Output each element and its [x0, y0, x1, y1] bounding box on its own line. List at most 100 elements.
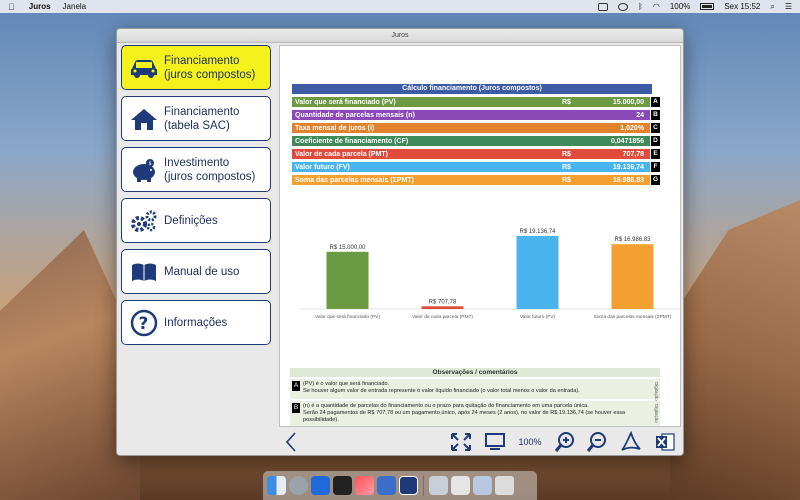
sidebar-item-informacoes[interactable]: ? Informações — [121, 300, 271, 345]
sidebar-label-line1: Informações — [164, 316, 228, 329]
finder-icon[interactable] — [267, 476, 286, 495]
row-letter: B — [651, 110, 660, 120]
table-row: Quantidade de parcelas mensais (n) 24 B — [292, 110, 660, 120]
bluetooth-icon[interactable]: ᛒ — [638, 2, 643, 11]
report-view[interactable]: Cálculo financiamento (Juros compostos) … — [279, 45, 681, 427]
piggy-bank-icon: $ — [128, 156, 160, 184]
chart-bar — [421, 306, 464, 309]
sidebar-item-financiamento-sac[interactable]: Financiamento (tabela SAC) — [121, 96, 271, 141]
observation-side-label: Digitação — [654, 404, 659, 423]
downloads-icon[interactable] — [473, 476, 492, 495]
chart-data-label: R$ 19.136,74 — [519, 229, 556, 235]
svg-text:$: $ — [149, 161, 152, 167]
back-button[interactable] — [279, 431, 303, 453]
spotlight-icon[interactable]: ⌕ — [770, 2, 774, 12]
row-label: Valor de cada parcela (PMT) — [295, 150, 388, 158]
xcode-icon[interactable] — [377, 476, 396, 495]
observation-letter: B — [292, 403, 300, 413]
table-row: Valor que será financiado (PV) R$ 15.000,0… — [292, 97, 660, 107]
car-icon — [128, 54, 160, 82]
sidebar-item-definicoes[interactable]: Definições — [121, 198, 271, 243]
documents-icon[interactable] — [451, 476, 470, 495]
zoom-level: 100% — [518, 437, 542, 447]
table-row-bar: Soma das parcelas mensais (ΣPMT) R$ 16.986… — [292, 175, 651, 185]
export-excel-button[interactable] — [653, 431, 677, 453]
row-currency: R$ — [562, 150, 571, 158]
calc-table: Cálculo financiamento (Juros compostos) … — [292, 84, 660, 185]
dock — [263, 471, 537, 500]
chart-data-label: R$ 16.986,83 — [614, 237, 651, 243]
zoom-out-icon — [586, 432, 606, 452]
bottom-toolbar: 100% — [279, 427, 681, 455]
observation-line: (n) é a quantidade de parcelas do financ… — [303, 403, 589, 409]
row-label: Valor futuro (FV) — [295, 163, 350, 171]
notification-center-icon[interactable]: ☰ — [785, 2, 792, 11]
chart-data-label: R$ 15.000,00 — [329, 245, 366, 251]
battery-percent: 100% — [669, 2, 691, 11]
monitor-icon — [485, 433, 505, 450]
dock-separator — [423, 475, 424, 496]
observation-side-label: Digitação — [654, 382, 659, 401]
export-pdf-button[interactable] — [619, 431, 643, 453]
zoom-in-button[interactable] — [553, 431, 577, 453]
row-currency: R$ — [562, 98, 571, 106]
wifi-icon[interactable]: ◠ — [653, 2, 660, 11]
row-currency: R$ — [562, 176, 571, 184]
present-button[interactable] — [483, 431, 507, 453]
row-currency: R$ — [562, 163, 571, 171]
chart-category-label: Valor que será financiado (PV) — [315, 314, 380, 320]
sidebar-item-financiamento-juros[interactable]: Financiamento (juros compostos) — [121, 45, 271, 90]
observations: Observações / comentários A (PV) é o valo… — [290, 368, 660, 426]
row-value: 707,78 — [622, 150, 645, 158]
row-letter: D — [651, 136, 660, 146]
sidebar-label-line1: Investimento — [164, 156, 230, 169]
sidebar-label-line2: (juros compostos) — [164, 68, 256, 81]
row-letter: F — [651, 162, 660, 172]
row-value: 15.000,00 — [612, 98, 645, 106]
sidebar-label-line1: Financiamento — [164, 54, 240, 67]
fit-screen-button[interactable] — [449, 431, 473, 453]
trash-icon[interactable] — [495, 476, 514, 495]
gears-icon — [128, 207, 160, 235]
sidebar-item-investimento[interactable]: $ Investimento (juros compostos) — [121, 147, 271, 192]
menu-clock[interactable]: Sex 15:52 — [724, 2, 760, 11]
table-row: Coeficiente de financiamento (CF) 0,04718… — [292, 136, 660, 146]
table-row-bar: Taxa mensal de juros (i) 1,020% — [292, 123, 651, 133]
preview-icon[interactable] — [429, 476, 448, 495]
expand-arrows-icon — [451, 433, 471, 451]
sidebar-label-line1: Manual de uso — [164, 265, 240, 278]
time-machine-icon[interactable] — [618, 2, 629, 11]
observation-text: (PV) é o valor que será financiado. Se ho… — [303, 381, 594, 397]
zoom-out-button[interactable] — [585, 431, 609, 453]
teamviewer-dock-icon[interactable] — [311, 476, 330, 495]
observation-line: possibilidade). — [303, 417, 339, 423]
menu-app-name[interactable]: Juros — [29, 2, 51, 11]
observation-letter: A — [292, 381, 300, 391]
chart-bar — [611, 244, 654, 309]
menu-extras: ᛒ ◠ 100% Sex 15:52 ⌕ ☰ — [598, 2, 792, 12]
row-letter: G — [651, 175, 660, 185]
chart-bar — [516, 236, 559, 309]
book-icon — [128, 258, 160, 286]
juros-app-icon[interactable] — [399, 476, 418, 495]
teamviewer-icon[interactable] — [598, 2, 609, 11]
observation-item: B (n) é a quantidade de parcelas do finan… — [290, 401, 660, 426]
pdf-icon — [621, 431, 641, 451]
sidebar-item-manual[interactable]: Manual de uso — [121, 249, 271, 294]
row-letter: C — [651, 123, 660, 133]
apple-menu-icon[interactable]:  — [8, 2, 15, 12]
question-icon: ? — [128, 309, 160, 337]
launchpad-icon[interactable] — [289, 476, 308, 495]
music-icon[interactable] — [355, 476, 374, 495]
menu-window[interactable]: Janela — [63, 2, 87, 11]
chart-category-label: Valor futuro (FV) — [520, 314, 556, 320]
battery-icon[interactable] — [700, 3, 715, 10]
row-value: 16.986,83 — [612, 176, 645, 184]
observation-line: Serão 24 pagamentos de R$ 707,78 ou um p… — [303, 410, 626, 416]
terminal-icon[interactable] — [333, 476, 352, 495]
table-row-bar: Coeficiente de financiamento (CF) 0,04718… — [292, 136, 651, 146]
row-label: Coeficiente de financiamento (CF) — [295, 137, 409, 145]
desktop-dune-right — [670, 200, 800, 500]
chart-category-label: Soma das parcelas mensais (ΣPMT) — [594, 314, 672, 320]
menu-bar:  Juros Janela ᛒ ◠ 100% Sex 15:52 ⌕ ☰ — [0, 0, 800, 13]
